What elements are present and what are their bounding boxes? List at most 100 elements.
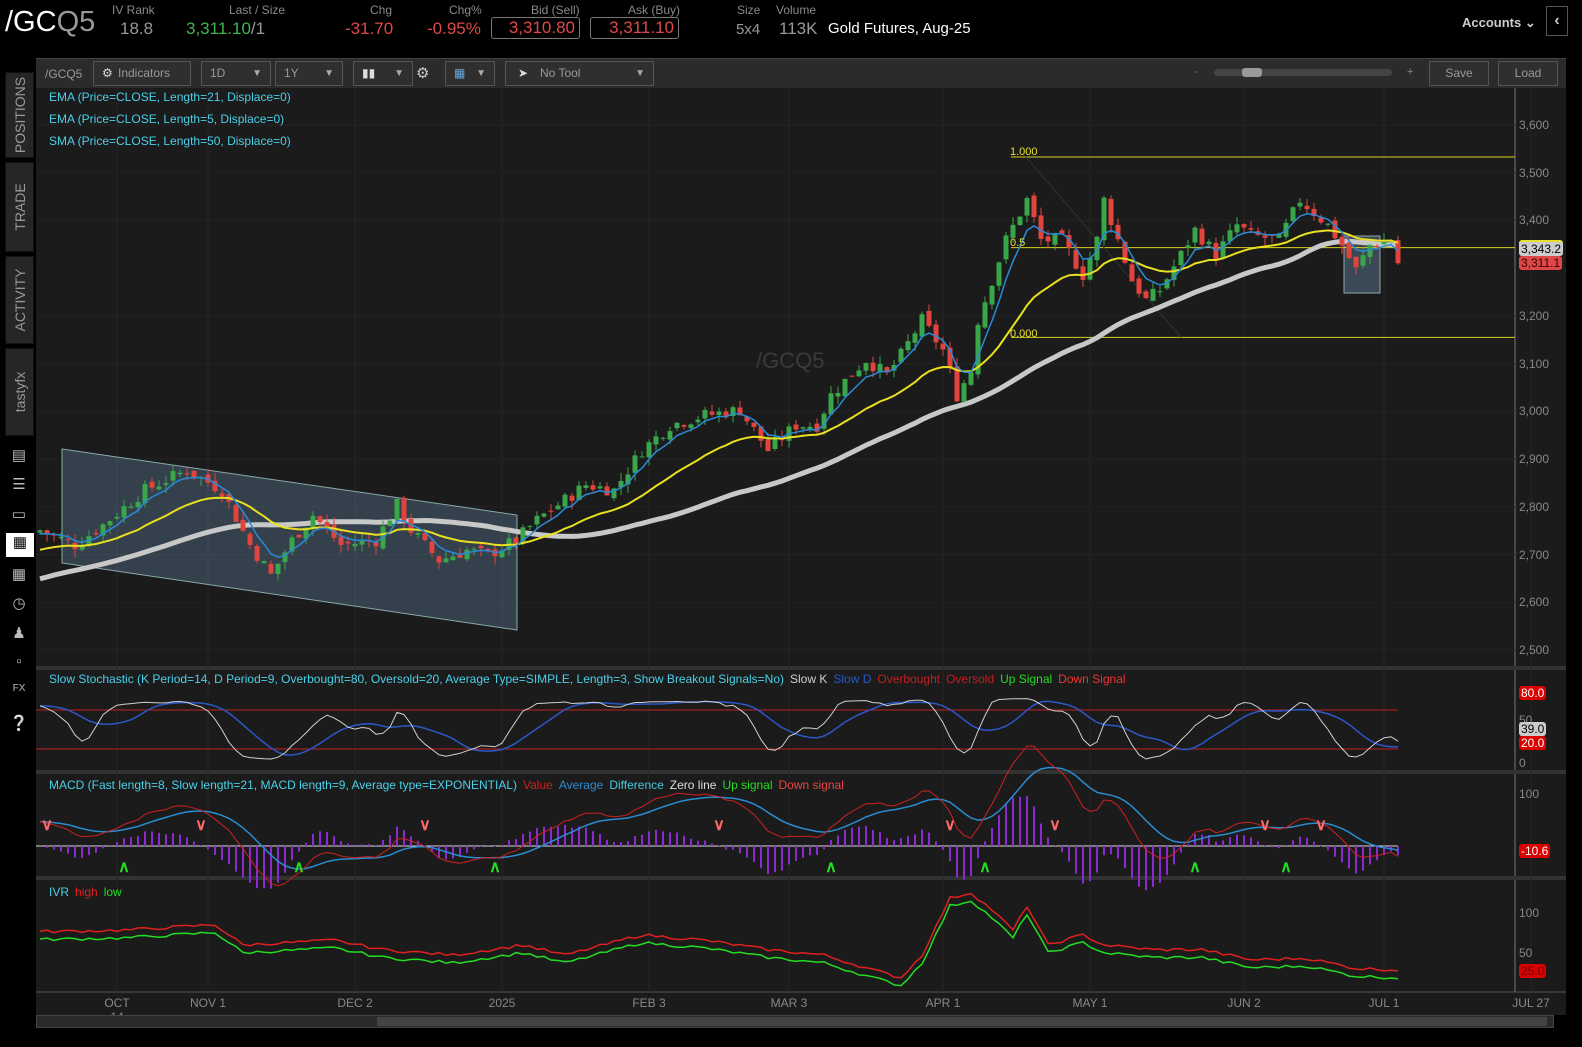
study-sma50-label[interactable]: SMA (Price=CLOSE, Length=50, Displace=0) [49,134,291,148]
candle-body [926,310,932,326]
candle-body [793,424,799,430]
symbol-suffix: Q5 [56,6,96,38]
candle-body [268,563,274,574]
dropdown-arrow-icon: ▼ [635,68,645,79]
chart-area[interactable]: ∨ ∨ ∨ ∨ ∨ ∨ ∨ ∨ ∧ ∧ ∧ ∧ ∧ ∧ ∧ EMA (Price=CLOSE, Length… [36,88,1566,1028]
calendar-icon[interactable]: ▫ [9,653,29,671]
candle-body [1339,236,1345,246]
zoom-in-button[interactable]: + [1407,66,1413,78]
zoom-slider[interactable] [1214,68,1392,77]
ivr-axis-50: 50 [1519,946,1533,960]
oversold-badge: 20.0 [1519,736,1547,750]
candle-body [548,510,554,512]
price-axis-label: 3,200 [1519,308,1550,323]
price-axis-label: 3,000 [1519,404,1550,419]
candle-body [695,419,701,423]
last-size-label: Last / Size [229,3,286,17]
last-price-badge: 3,311.1 [1519,256,1563,270]
scrollbar-thumb[interactable] [377,1017,1547,1026]
study-ema5-label[interactable]: EMA (Price=CLOSE, Length=5, Displace=0) [49,112,284,126]
legend-item: Up signal [722,778,773,792]
chart-settings-gear-icon[interactable]: ⚙ [416,64,429,82]
indicators-button[interactable]: ⚙ Indicators [93,61,191,86]
candle-body [639,456,645,458]
candle-body [387,520,393,527]
candle-body [464,549,470,560]
down-signal-arrow-icon: ∨ [1259,817,1271,834]
down-signal-arrow-icon: ∨ [944,817,956,834]
price-axis-label: 2,900 [1519,452,1550,467]
chart-icon[interactable]: ▦ [6,533,34,557]
time-axis-label: MAY 1 [1072,996,1108,1010]
candle-body [457,555,463,558]
drawing-set-select[interactable]: ▦ ▼ [445,61,495,86]
legend-item: low [103,885,122,899]
candle-body [954,366,960,402]
tool-value: No Tool [540,66,581,80]
candle-body [415,533,421,535]
stochastic-header[interactable]: Slow Stochastic (K Period=14, D Period=9… [49,670,1132,688]
candle-body [1017,216,1023,225]
candle-body [751,422,757,427]
candle-body [800,427,806,429]
candle-body [401,497,407,522]
up-signal-arrow-icon: ∧ [489,859,501,876]
zoom-out-button[interactable]: - [1194,66,1198,78]
study-ema21-label[interactable]: EMA (Price=CLOSE, Length=21, Displace=0) [49,90,291,104]
accounts-menu[interactable]: Accounts ⌄ [1462,15,1536,31]
community-icon[interactable]: ♟ [9,624,29,642]
candle-body [1024,198,1030,216]
candle-body [961,383,967,402]
candle-body [555,505,561,510]
save-button[interactable]: Save [1429,61,1489,86]
horizontal-scrollbar[interactable] [36,1015,1554,1028]
collapse-panel-button[interactable]: ‹ [1546,6,1568,36]
list-icon[interactable]: ☰ [9,475,29,493]
chart-style-select[interactable]: ▮▮ ▼ [353,61,413,86]
load-button[interactable]: Load [1498,61,1558,86]
tv-icon[interactable]: ▭ [9,505,29,523]
bid-button[interactable]: 3,310.80 [491,17,580,39]
candle-body [842,378,848,397]
clock-icon[interactable]: ◷ [9,594,29,612]
candle-body [653,436,659,445]
candle-body [107,521,113,526]
fx-icon[interactable]: FX [9,683,29,701]
candle-body [261,561,267,564]
chart-canvas[interactable]: ∨ ∨ ∨ ∨ ∨ ∨ ∨ ∨ ∧ ∧ ∧ ∧ ∧ ∧ ∧ [36,88,1566,1015]
grid-icon[interactable]: ▦ [9,565,29,583]
candle-body [240,519,246,531]
candle-body [1045,236,1051,242]
candle-body [156,486,162,490]
candle-body [940,343,946,350]
range-select[interactable]: 1Y ▼ [275,61,343,86]
sidebar-tab-positions[interactable]: POSITIONS [5,72,34,158]
time-axis-label: NOV 1 [189,996,226,1010]
sidebar-tab-trade[interactable]: TRADE [5,162,34,252]
chevron-down-icon: ⌄ [1524,15,1536,30]
ivr-header[interactable]: IVR high low [49,883,128,901]
candle-body [1381,241,1387,245]
time-axis-label: JUN 2 [1227,996,1261,1010]
macd-header[interactable]: MACD (Fast length=8, Slow length=21, MAC… [49,776,850,794]
candle-body [828,393,834,415]
legend-item: Slow K [790,672,828,686]
sidebar-tab-activity[interactable]: ACTIVITY [5,256,34,344]
price-axis-label: 2,800 [1519,499,1550,514]
aggregation-select[interactable]: 1D ▼ [201,61,271,86]
candle-body [65,539,71,541]
candle-body [583,485,589,488]
candle-body [1297,202,1303,207]
candle-body [338,536,344,546]
news-icon[interactable]: ▤ [9,446,29,464]
symbol-title[interactable]: /GCQ5 [5,6,95,39]
drawing-tool-select[interactable]: ➤ No Tool ▼ [505,61,654,86]
zoom-slider-handle[interactable] [1242,68,1262,77]
candle-body [1031,195,1037,218]
price-axis-label: 2,500 [1519,643,1550,657]
help-icon[interactable]: ❔ [9,714,29,732]
candle-body [436,556,442,563]
ask-button[interactable]: 3,311.10 [590,17,679,39]
change-value: -31.70 [345,19,394,38]
sidebar-tab-tastyfx[interactable]: tastyfx [5,348,34,436]
